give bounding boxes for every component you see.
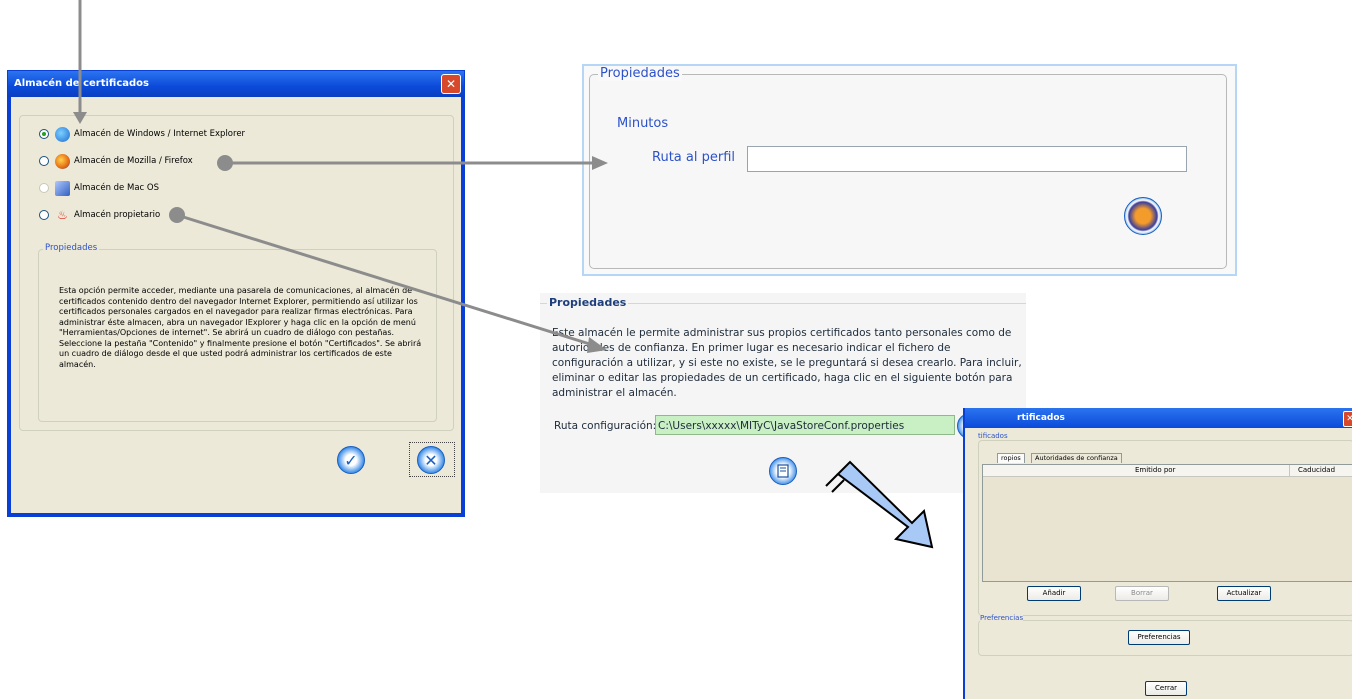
big-diagonal-arrow <box>836 460 934 549</box>
arrow-tail-stripe-1 <box>825 473 839 487</box>
arrow-to-proprietary-panel <box>176 213 597 348</box>
arrow-tail-stripe-2 <box>831 479 845 493</box>
arrow-head-ie <box>73 112 87 124</box>
arrow-head-proprietary <box>587 337 607 353</box>
arrow-head-firefox <box>592 156 608 170</box>
annotation-overlay <box>73 0 934 549</box>
